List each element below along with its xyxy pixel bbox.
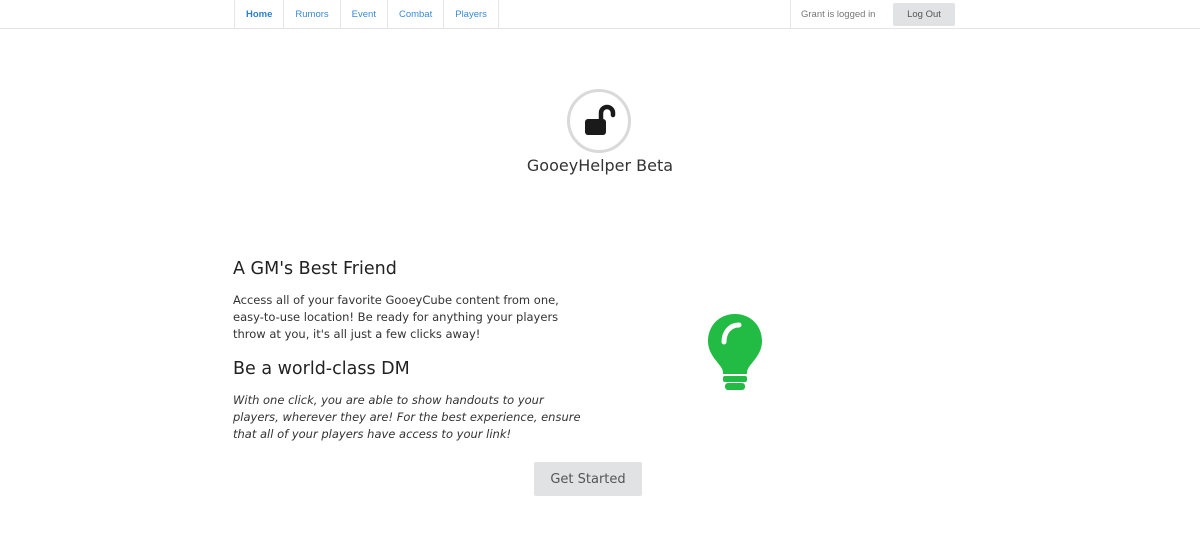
logo-badge [567,89,631,153]
section-heading-world-class: Be a world-class DM [233,359,410,379]
nav-tabs: Home Rumors Event Combat Players [234,0,499,28]
section-text-best-friend: Access all of your favorite GooeyCube co… [233,293,559,341]
app-title: GooeyHelper Beta [526,156,674,175]
lightbulb-icon [708,314,762,390]
tab-home[interactable]: Home [235,0,285,28]
section-text-world-class: With one click, you are able to show han… [233,393,581,441]
top-navbar: Home Rumors Event Combat Players Grant i… [0,0,1200,29]
section-heading-best-friend: A GM's Best Friend [233,259,397,279]
tab-event[interactable]: Event [341,0,388,28]
get-started-button[interactable]: Get Started [534,462,642,496]
tab-rumors[interactable]: Rumors [284,0,341,28]
logout-button[interactable]: Log Out [893,2,955,26]
user-status: Grant is logged in [801,8,876,20]
tab-combat[interactable]: Combat [388,0,445,28]
user-area: Grant is logged in Log Out [790,0,955,28]
tab-players[interactable]: Players [444,0,499,28]
unlock-icon [585,104,616,135]
